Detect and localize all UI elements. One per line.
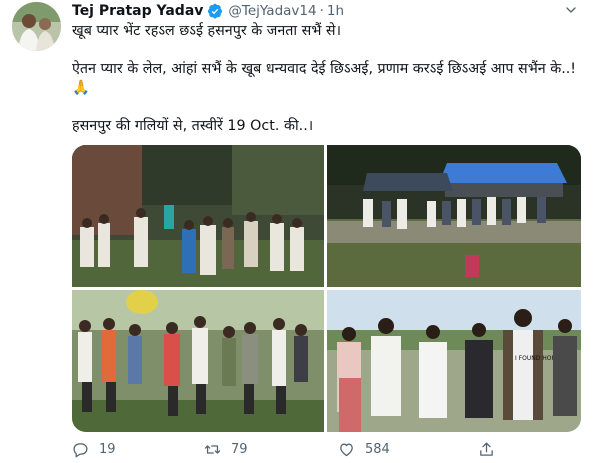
tweet-line-1: खूब प्यार भेंट रहऽल छऽई हसनपुर के जनता स… xyxy=(72,23,342,39)
like-count: 584 xyxy=(365,442,390,457)
reply-button[interactable]: 19 xyxy=(72,441,116,458)
reply-count: 19 xyxy=(99,442,116,457)
reply-icon xyxy=(73,443,88,458)
verified-badge-icon xyxy=(208,3,223,19)
share-button[interactable] xyxy=(478,441,505,458)
author-avatar[interactable] xyxy=(12,2,61,51)
tweet-line-2: ऐतन प्यार के लेल, आंहां सभैं के खूब धन्य… xyxy=(72,61,577,96)
photo-4-image: I FOUND HOPE xyxy=(327,290,581,432)
like-button[interactable]: 584 xyxy=(338,441,390,458)
author-handle[interactable]: @TejYadav14 xyxy=(228,3,316,19)
media-grid: I FOUND HOPE xyxy=(72,145,581,432)
photo-4[interactable]: I FOUND HOPE xyxy=(327,290,581,432)
author-name[interactable]: Tej Pratap Yadav xyxy=(72,3,203,19)
photo-1[interactable] xyxy=(72,145,324,287)
avatar-image xyxy=(12,2,61,51)
heart-icon xyxy=(340,443,353,457)
chevron-down-icon[interactable] xyxy=(563,2,579,18)
photo-3[interactable] xyxy=(72,290,324,432)
retweet-count: 79 xyxy=(231,442,248,457)
tweet-actions: 19 79 584 xyxy=(72,441,582,463)
photo-1-image xyxy=(72,145,324,287)
photo-3-image xyxy=(72,290,324,432)
tweet-header: Tej Pratap Yadav @TejYadav14 · 1h xyxy=(72,2,344,20)
tweet-text: खूब प्यार भेंट रहऽल छऽई हसनपुर के जनता स… xyxy=(72,22,582,136)
shirt-text: I FOUND HOPE xyxy=(515,355,559,362)
tweet-line-3: हसनपुर की गलियों से, तस्वीरें 19 Oct. की… xyxy=(72,118,314,134)
tweet-timestamp[interactable]: 1h xyxy=(327,3,344,19)
photo-2[interactable] xyxy=(327,145,581,287)
photo-2-image xyxy=(327,145,581,287)
retweet-icon xyxy=(204,445,221,454)
dot-separator: · xyxy=(319,3,324,19)
share-icon xyxy=(480,442,493,456)
retweet-button[interactable]: 79 xyxy=(204,441,248,458)
